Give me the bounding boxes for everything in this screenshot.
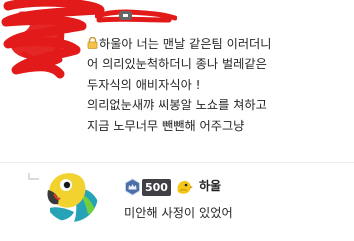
comment-line: 지금 노무너무 뺀뺀해 어주그냥 xyxy=(87,118,245,133)
parrot-avatar[interactable] xyxy=(44,168,98,222)
reply-arrow-icon xyxy=(28,173,39,180)
comment-line: 하울아 너는 맨날 같은팀 이러더니 xyxy=(87,34,271,54)
comment-line: 의리없눈새꺄 씨봉알 노쇼를 쳐하고 xyxy=(87,98,267,113)
bird-icon xyxy=(177,180,193,194)
comment-line: 어 의리있눈척하더니 종나 벌레같은 xyxy=(87,57,267,72)
level-badge: 500 xyxy=(124,178,171,196)
reply-author-name[interactable]: 하울 xyxy=(199,179,221,194)
comment-line-text: 하울아 너는 맨날 같은팀 이러더니 xyxy=(99,37,272,51)
redacted-name-scribble xyxy=(95,9,177,23)
level-value: 500 xyxy=(142,178,171,196)
comment-post: 하울아 너는 맨날 같은팀 이러더니 어 의리있눈척하더니 종나 벌레같은 두자… xyxy=(0,0,354,158)
comment-line: 두자식의 애비자식아 ! xyxy=(87,77,201,92)
reply-body: 미안해 사정이 있었어 xyxy=(124,206,233,220)
comment-body: 하울아 너는 맨날 같은팀 이러더니 어 의리있눈척하더니 종나 벌레같은 두자… xyxy=(87,34,271,136)
crown-badge-icon xyxy=(125,178,140,196)
lock-icon xyxy=(87,37,98,49)
